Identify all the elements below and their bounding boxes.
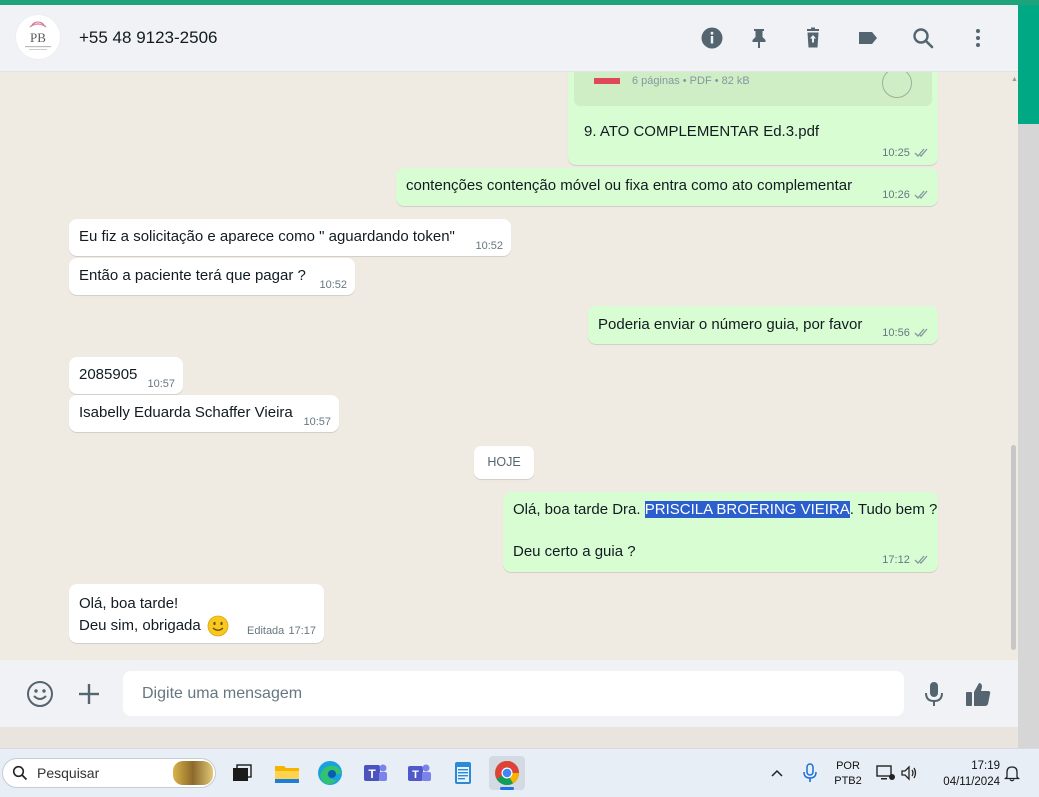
message-text: Deu sim, obrigada <box>79 616 201 634</box>
microphone-icon[interactable] <box>922 680 946 708</box>
message-text: Deu certo a guia ? <box>513 543 636 560</box>
message-time: 17:17 <box>288 625 316 637</box>
search-highlight-icon <box>173 761 213 785</box>
scroll-up-icon[interactable]: ▲ <box>1011 76 1018 83</box>
selected-text[interactable]: PRISCILA BROERING VIEIRA <box>644 501 850 518</box>
delete-icon[interactable] <box>800 25 826 51</box>
task-view-icon[interactable] <box>227 758 257 788</box>
file-explorer-icon[interactable] <box>272 758 302 788</box>
message-time: 10:57 <box>147 378 175 390</box>
volume-icon[interactable] <box>900 764 918 782</box>
message-input[interactable]: Digite uma mensagem <box>123 671 904 716</box>
chrome-icon[interactable] <box>489 756 525 790</box>
teams-icon[interactable]: T <box>360 758 390 788</box>
thumbs-up-icon[interactable] <box>964 680 992 708</box>
message-text: Olá, boa tarde! <box>79 595 179 612</box>
double-check-icon <box>914 148 928 157</box>
avatar-initials: PB <box>30 30 46 45</box>
message-time: 10:52 <box>475 240 503 252</box>
message-time: 10:57 <box>303 416 331 428</box>
windows-taskbar: Pesquisar T T POR PTB2 17:19 04/11/2024 <box>0 748 1039 797</box>
message-text: Então a paciente terá que pagar ? <box>79 267 306 284</box>
message-text: Poderia enviar o número guia, por favor <box>598 316 863 333</box>
network-icon[interactable] <box>876 764 896 782</box>
menu-icon[interactable] <box>965 25 991 51</box>
double-check-icon <box>914 190 928 199</box>
keyboard-layout: PTB2 <box>834 775 862 787</box>
whatsapp-window: PB +55 48 9123-2506 6 páginas • PDF • 82… <box>0 5 1018 727</box>
message-incoming[interactable]: Olá, boa tarde! Deu sim, obrigada Editad… <box>69 584 324 643</box>
double-check-icon <box>914 555 928 564</box>
taskbar-search[interactable]: Pesquisar <box>2 758 216 788</box>
message-document[interactable]: 6 páginas • PDF • 82 kB 9. ATO COMPLEMEN… <box>568 72 938 165</box>
message-text: Eu fiz a solicitação e aparece como " ag… <box>79 228 455 245</box>
window-right-gutter <box>1018 124 1039 748</box>
avatar[interactable]: PB <box>16 15 60 59</box>
message-text: Isabelly Eduarda Schaffer Vieira <box>79 404 293 421</box>
message-time: 10:56 <box>882 327 910 339</box>
message-time: 17:12 <box>882 554 910 566</box>
chevron-up-icon[interactable] <box>770 766 784 780</box>
message-time: 10:26 <box>882 189 910 201</box>
document-preview[interactable]: 6 páginas • PDF • 82 kB <box>574 72 932 106</box>
logo-icon: PB <box>25 21 51 50</box>
message-time: 10:25 <box>882 147 910 159</box>
window-right-strip <box>1018 5 1039 124</box>
clock-date: 04/11/2024 <box>943 776 1000 788</box>
input-language[interactable]: POR PTB2 <box>830 759 866 789</box>
system-clock[interactable]: 17:19 04/11/2024 <box>930 758 1000 790</box>
scrollbar-thumb[interactable] <box>1011 445 1016 650</box>
svg-text:T: T <box>368 767 376 781</box>
teams-work-icon[interactable]: T <box>404 758 434 788</box>
info-icon[interactable] <box>699 25 725 51</box>
smile-emoji-icon <box>207 615 229 637</box>
message-text: contenções contenção móvel ou fixa entra… <box>406 177 853 194</box>
document-name: 9. ATO COMPLEMENTAR Ed.3.pdf <box>584 123 820 140</box>
pin-icon[interactable] <box>746 25 772 51</box>
message-incoming[interactable]: 2085905 10:57 <box>69 357 183 394</box>
date-divider: HOJE <box>474 446 534 479</box>
pdf-icon <box>594 78 620 84</box>
notepad-icon[interactable] <box>448 758 478 788</box>
message-text: 2085905 <box>79 366 138 383</box>
double-check-icon <box>914 328 928 337</box>
attach-plus-icon[interactable] <box>77 682 101 706</box>
message-incoming[interactable]: Isabelly Eduarda Schaffer Vieira 10:57 <box>69 395 339 432</box>
notification-bell-icon[interactable] <box>1003 764 1021 782</box>
contact-name[interactable]: +55 48 9123-2506 <box>79 28 218 48</box>
clock-time: 17:19 <box>971 760 1000 772</box>
download-icon[interactable] <box>882 72 912 98</box>
edge-browser-icon[interactable] <box>315 758 345 788</box>
label-icon[interactable] <box>855 25 881 51</box>
document-meta: 6 páginas • PDF • 82 kB <box>632 75 750 87</box>
message-text: Olá, boa tarde Dra. <box>513 501 645 518</box>
message-incoming[interactable]: Então a paciente terá que pagar ? 10:52 <box>69 258 355 295</box>
message-time: 10:52 <box>319 279 347 291</box>
message-list[interactable]: 6 páginas • PDF • 82 kB 9. ATO COMPLEMEN… <box>0 72 1018 660</box>
message-composer: Digite uma mensagem <box>0 660 1018 727</box>
message-outgoing[interactable]: contenções contenção móvel ou fixa entra… <box>396 168 938 206</box>
message-incoming[interactable]: Eu fiz a solicitação e aparece como " ag… <box>69 219 511 256</box>
search-icon <box>12 765 28 781</box>
search-icon[interactable] <box>910 25 936 51</box>
chat-header: PB +55 48 9123-2506 <box>0 5 1018 72</box>
edited-label: Editada <box>246 625 285 637</box>
message-text: . Tudo bem ? <box>849 501 938 518</box>
search-label: Pesquisar <box>37 765 100 781</box>
active-app-indicator <box>500 787 514 790</box>
message-outgoing[interactable]: Poderia enviar o número guia, por favor … <box>588 306 938 344</box>
message-outgoing[interactable]: Olá, boa tarde Dra. PRISCILA BROERING VI… <box>503 492 938 572</box>
language-code: POR <box>836 760 860 772</box>
svg-text:T: T <box>412 769 419 781</box>
microphone-tray-icon[interactable] <box>802 763 818 783</box>
emoji-icon[interactable] <box>26 680 54 708</box>
